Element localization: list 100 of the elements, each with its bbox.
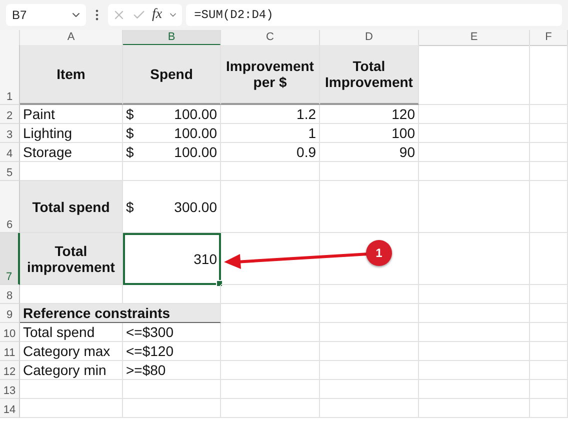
empty-cell[interactable]: [419, 361, 530, 380]
empty-cell[interactable]: [530, 124, 568, 143]
empty-cell[interactable]: [530, 162, 568, 181]
cancel-icon[interactable]: [112, 8, 126, 22]
empty-cell[interactable]: [530, 233, 568, 285]
cell-text: Storage: [23, 144, 72, 160]
empty-cell[interactable]: [530, 380, 568, 399]
empty-cell[interactable]: [221, 181, 320, 233]
currency-symbol: $: [126, 106, 134, 122]
column-header[interactable]: D: [320, 30, 419, 46]
header-text: Total spend: [32, 198, 110, 214]
cell-value: 100.00: [174, 144, 217, 160]
row-header[interactable]: 13: [0, 380, 20, 399]
insert-function-button[interactable]: fx: [152, 7, 162, 23]
section-title: Reference constraints: [23, 305, 170, 321]
row-header[interactable]: 10: [0, 323, 20, 342]
row-header[interactable]: 3: [0, 124, 20, 143]
empty-cell[interactable]: [419, 323, 530, 342]
callout-badge: 1: [366, 240, 392, 266]
cell-value: 90: [399, 144, 415, 160]
empty-cell[interactable]: [419, 304, 530, 323]
cell-text: Category max: [23, 343, 110, 359]
currency-symbol: $: [126, 144, 134, 160]
empty-cell[interactable]: [320, 162, 419, 181]
cell-text: Total spend: [23, 324, 95, 340]
name-box[interactable]: B7: [6, 4, 86, 26]
cell-value: 100.00: [174, 125, 217, 141]
cell-value: 100: [392, 125, 415, 141]
row-header[interactable]: 7: [0, 233, 20, 285]
empty-cell[interactable]: [123, 380, 221, 399]
column-header[interactable]: B: [123, 30, 221, 46]
empty-cell[interactable]: [419, 181, 530, 233]
empty-cell[interactable]: [320, 361, 419, 380]
header-text: Total Improvement: [324, 58, 414, 90]
cell-value: 1.2: [296, 106, 316, 122]
row-header[interactable]: 11: [0, 342, 20, 361]
empty-cell[interactable]: [530, 181, 568, 233]
row-header[interactable]: 1: [0, 45, 20, 105]
row-header[interactable]: 14: [0, 399, 20, 418]
empty-cell[interactable]: [320, 399, 419, 418]
cell-text: <=$300: [126, 324, 174, 340]
column-header[interactable]: C: [221, 30, 320, 46]
empty-cell[interactable]: [530, 361, 568, 380]
empty-cell[interactable]: [419, 105, 530, 124]
empty-cell[interactable]: [221, 380, 320, 399]
empty-cell[interactable]: [221, 399, 320, 418]
empty-cell[interactable]: [419, 233, 530, 285]
header-text: Total improvement: [26, 242, 116, 274]
empty-cell[interactable]: [320, 342, 419, 361]
row-header[interactable]: 8: [0, 285, 20, 304]
empty-cell[interactable]: [530, 285, 568, 304]
empty-cell[interactable]: [419, 285, 530, 304]
cell-text: <=$120: [126, 343, 174, 359]
empty-cell[interactable]: [419, 399, 530, 418]
cell-value: 1: [308, 125, 316, 141]
empty-cell[interactable]: [419, 143, 530, 162]
empty-cell[interactable]: [419, 124, 530, 143]
empty-cell[interactable]: [419, 380, 530, 399]
empty-cell[interactable]: [530, 143, 568, 162]
header-text: Improvement per $: [225, 58, 315, 90]
empty-cell[interactable]: [320, 285, 419, 304]
cell-text: >=$80: [126, 362, 166, 378]
empty-cell[interactable]: [123, 399, 221, 418]
header-text: Item: [56, 66, 86, 82]
row-header[interactable]: 12: [0, 361, 20, 380]
empty-cell[interactable]: [320, 304, 419, 323]
cell-value: 300.00: [174, 198, 217, 214]
empty-cell[interactable]: [320, 323, 419, 342]
cell-text: Category min: [23, 362, 106, 378]
column-header[interactable]: A: [20, 30, 123, 46]
empty-cell[interactable]: [221, 162, 320, 181]
column-header[interactable]: E: [419, 30, 530, 46]
empty-cell[interactable]: [221, 285, 320, 304]
empty-cell[interactable]: [123, 162, 221, 181]
empty-cell[interactable]: [221, 323, 320, 342]
empty-cell[interactable]: [221, 361, 320, 380]
row-header[interactable]: 9: [0, 304, 20, 323]
currency-symbol: $: [126, 198, 134, 214]
row-header[interactable]: 2: [0, 105, 20, 124]
formula-field[interactable]: =SUM(D2:D4): [186, 4, 562, 26]
row-header[interactable]: 4: [0, 143, 20, 162]
empty-cell[interactable]: [530, 323, 568, 342]
row-header[interactable]: 6: [0, 181, 20, 233]
empty-cell[interactable]: [530, 304, 568, 323]
empty-cell[interactable]: [419, 162, 530, 181]
empty-cell[interactable]: [320, 181, 419, 233]
cell-value: 310: [194, 250, 217, 266]
empty-cell[interactable]: [530, 342, 568, 361]
empty-cell[interactable]: [419, 342, 530, 361]
currency-symbol: $: [126, 125, 134, 141]
empty-cell[interactable]: [530, 105, 568, 124]
cell-text: Lighting: [23, 125, 72, 141]
fill-handle[interactable]: [216, 280, 223, 287]
cell-value: 0.9: [296, 144, 316, 160]
empty-cell[interactable]: [530, 399, 568, 418]
cell-value: 100.00: [174, 106, 217, 122]
row-header[interactable]: 5: [0, 162, 20, 181]
empty-cell[interactable]: [320, 380, 419, 399]
column-header[interactable]: F: [530, 30, 568, 46]
empty-cell[interactable]: [221, 342, 320, 361]
